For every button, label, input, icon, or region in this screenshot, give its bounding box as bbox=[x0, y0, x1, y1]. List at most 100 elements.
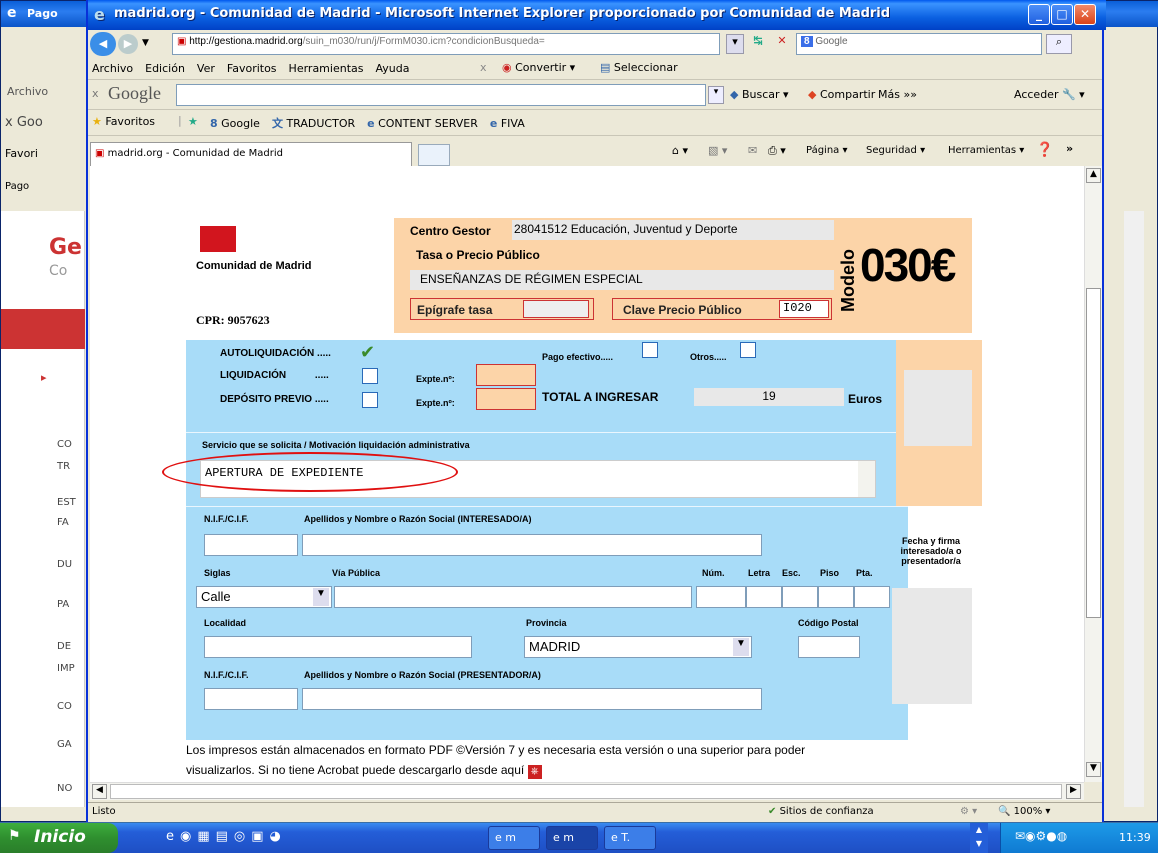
scroll-down-icon[interactable]: ▼ bbox=[1086, 762, 1101, 777]
background-sidebar-item[interactable]: CO bbox=[57, 439, 72, 450]
compartir-button[interactable]: ◆ Compartir bbox=[808, 88, 875, 101]
search-field[interactable]: 8 Google bbox=[796, 33, 1042, 55]
menu-item[interactable]: Ayuda bbox=[375, 62, 409, 75]
expte-field-2[interactable] bbox=[476, 388, 536, 410]
menu-item[interactable]: Ver bbox=[197, 62, 215, 75]
taskbar-task[interactable]: e T. bbox=[604, 826, 656, 850]
background-sidebar-item[interactable]: PA bbox=[57, 599, 69, 610]
apellidos-interesado-field[interactable] bbox=[302, 534, 762, 556]
background-sidebar-item[interactable]: DU bbox=[57, 559, 72, 570]
expte-field-1[interactable] bbox=[476, 364, 536, 386]
background-sidebar-item[interactable]: CO bbox=[57, 701, 72, 712]
home-icon[interactable]: ⌂ ▾ bbox=[672, 144, 688, 157]
stop-icon[interactable]: ✕ bbox=[772, 34, 792, 54]
new-tab-button[interactable] bbox=[418, 144, 450, 166]
background-tab[interactable]: Pago bbox=[5, 181, 29, 192]
favorite-link[interactable]: e CONTENT SERVER bbox=[367, 117, 478, 130]
history-dropdown-icon[interactable]: ▼ bbox=[142, 38, 149, 48]
background-google[interactable]: x Goo bbox=[5, 115, 43, 130]
address-dropdown-icon[interactable]: ▾ bbox=[726, 34, 744, 54]
feeds-icon[interactable]: ▧ ▾ bbox=[708, 144, 727, 157]
scroll-up-icon[interactable]: ▲ bbox=[1086, 168, 1101, 183]
background-sidebar-item[interactable]: DE bbox=[57, 641, 71, 652]
pta-field[interactable] bbox=[854, 586, 890, 608]
background-sidebar-item[interactable]: IMP bbox=[57, 663, 75, 674]
menu-item[interactable]: Herramientas bbox=[289, 62, 364, 75]
localidad-field[interactable] bbox=[204, 636, 472, 658]
zoom-control[interactable]: 🔍 100% ▾ bbox=[998, 806, 1050, 817]
background-favorites[interactable]: Favori bbox=[5, 147, 38, 160]
help-icon[interactable]: ❓ bbox=[1036, 142, 1053, 158]
close-button[interactable]: ✕ bbox=[1074, 4, 1096, 25]
menu-item[interactable]: Edición bbox=[145, 62, 185, 75]
taskbar-task[interactable]: e m bbox=[488, 826, 540, 850]
background-sidebar-item[interactable]: EST bbox=[57, 497, 76, 508]
background-sidebar-item[interactable]: NO bbox=[57, 783, 72, 794]
quick-launch-icons[interactable]: e◉▦▤◎▣◕ bbox=[166, 829, 287, 844]
favorite-link[interactable]: 文 TRADUCTOR bbox=[272, 117, 355, 130]
herramientas-menu[interactable]: Herramientas ▾ bbox=[948, 145, 1024, 156]
title-bar[interactable]: e madrid.org - Comunidad de Madrid - Mic… bbox=[88, 0, 1106, 30]
num-field[interactable] bbox=[696, 586, 746, 608]
minimize-button[interactable]: _ bbox=[1028, 4, 1050, 25]
menu-item[interactable]: Favoritos bbox=[227, 62, 277, 75]
buscar-button[interactable]: ◆ Buscar ▾ bbox=[730, 88, 789, 101]
deposito-checkbox[interactable] bbox=[362, 392, 378, 408]
maximize-button[interactable]: □ bbox=[1051, 4, 1073, 25]
background-sidebar-item[interactable]: FA bbox=[57, 517, 69, 528]
liquidacion-checkbox[interactable] bbox=[362, 368, 378, 384]
seguridad-menu[interactable]: Seguridad ▾ bbox=[866, 145, 925, 156]
nif-field-2[interactable] bbox=[204, 688, 298, 710]
convert-button[interactable]: ◉ Convertir ▾ bbox=[502, 61, 575, 74]
favorite-link[interactable]: 8 Google bbox=[210, 117, 260, 130]
hscroll-thumb[interactable] bbox=[110, 784, 1062, 799]
forward-button[interactable]: ▶ bbox=[118, 34, 138, 54]
apellidos-presentador-field[interactable] bbox=[302, 688, 762, 710]
google-search-dropdown-icon[interactable]: ▾ bbox=[708, 86, 724, 104]
select-button[interactable]: ▤ Seleccionar bbox=[600, 61, 678, 74]
tray-icons[interactable]: ✉◉⚙●◍ bbox=[1015, 829, 1067, 843]
taskbar-task[interactable]: e m bbox=[546, 826, 598, 850]
vertical-scrollbar[interactable]: ▲ ▼ bbox=[1084, 166, 1102, 782]
horizontal-scrollbar[interactable]: ◀ ▶ bbox=[90, 782, 1084, 800]
background-sidebar-item[interactable]: GA bbox=[57, 739, 72, 750]
back-button[interactable]: ◀ bbox=[90, 32, 116, 56]
google-search-input[interactable] bbox=[176, 84, 706, 106]
more-commands-icon[interactable]: » bbox=[1066, 142, 1073, 155]
siglas-select[interactable]: Calle ▼ bbox=[196, 586, 332, 608]
tab-madrid[interactable]: ▣ madrid.org - Comunidad de Madrid bbox=[90, 142, 412, 166]
piso-field[interactable] bbox=[818, 586, 854, 608]
pago-efectivo-checkbox[interactable] bbox=[642, 342, 658, 358]
address-field[interactable]: ▣ http://gestiona.madrid.org/suin_m030/r… bbox=[172, 33, 720, 55]
nif-field-1[interactable] bbox=[204, 534, 298, 556]
codigo-postal-field[interactable] bbox=[798, 636, 860, 658]
otros-checkbox[interactable] bbox=[740, 342, 756, 358]
epigrafe-field[interactable] bbox=[523, 300, 589, 318]
refresh-icon[interactable]: ↹ bbox=[748, 34, 768, 54]
checkmark-icon[interactable]: ✔ bbox=[360, 342, 375, 363]
acceder-button[interactable]: Acceder 🔧 ▾ bbox=[1014, 88, 1085, 101]
protected-mode-icon[interactable]: ⚙ ▾ bbox=[960, 806, 977, 817]
scroll-right-icon[interactable]: ▶ bbox=[1066, 784, 1081, 799]
add-favorite-icon[interactable]: ★ bbox=[188, 115, 198, 128]
letra-field[interactable] bbox=[746, 586, 782, 608]
servicio-scrollbar[interactable] bbox=[858, 461, 875, 497]
provincia-select[interactable]: MADRID ▼ bbox=[524, 636, 752, 658]
esc-field[interactable] bbox=[782, 586, 818, 608]
background-menu[interactable]: Archivo bbox=[7, 85, 48, 98]
mail-icon[interactable]: ✉ bbox=[748, 144, 757, 157]
pagina-menu[interactable]: Página ▾ bbox=[806, 145, 848, 156]
pdf-icon[interactable]: ⎈ bbox=[527, 765, 542, 779]
search-go-icon[interactable]: ⌕ bbox=[1046, 34, 1072, 54]
toolbar-close-icon[interactable]: x bbox=[480, 61, 487, 74]
taskbar-scroll-icon[interactable]: ▲ ▼ bbox=[970, 823, 988, 853]
print-icon[interactable]: ⎙ ▾ bbox=[768, 144, 786, 158]
via-publica-field[interactable] bbox=[334, 586, 692, 608]
background-sidebar-item[interactable]: TR bbox=[57, 461, 70, 472]
mas-button[interactable]: Más »» bbox=[878, 88, 917, 101]
favorite-link[interactable]: e FIVA bbox=[490, 117, 525, 130]
google-toolbar-close-icon[interactable]: x bbox=[92, 87, 99, 100]
favorites-button[interactable]: ★ Favoritos bbox=[92, 115, 155, 128]
background-scrollbar[interactable] bbox=[1124, 211, 1144, 807]
menu-item[interactable]: Archivo bbox=[92, 62, 133, 75]
